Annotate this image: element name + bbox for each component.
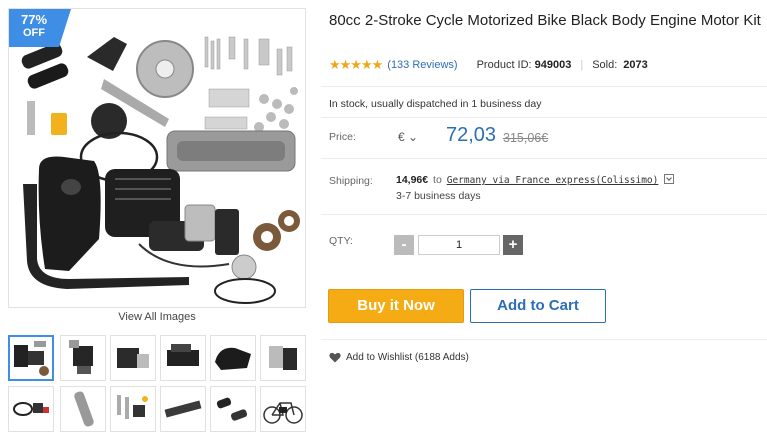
qty-decrease-button[interactable]: - bbox=[394, 235, 414, 255]
qty-label: QTY: bbox=[329, 235, 353, 247]
shipping-label: Shipping: bbox=[329, 175, 373, 187]
product-title: 80cc 2-Stroke Cycle Motorized Bike Black… bbox=[329, 12, 761, 29]
thumbnail-grips[interactable] bbox=[210, 386, 256, 432]
thumbnail-engine-side[interactable] bbox=[60, 335, 106, 381]
thumbnail-chain[interactable] bbox=[60, 386, 106, 432]
main-product-image[interactable]: 77% OFF bbox=[8, 8, 306, 308]
divider bbox=[321, 158, 767, 159]
thumbnail-engine-kit[interactable] bbox=[8, 335, 54, 381]
divider bbox=[321, 339, 767, 340]
divider bbox=[321, 86, 767, 87]
rating-row: ★★★★★ (133 Reviews) Product ID: 949003 |… bbox=[329, 57, 648, 73]
thumbnail-bicycle[interactable] bbox=[260, 386, 306, 432]
product-id-value: 949003 bbox=[534, 59, 572, 71]
buy-now-button[interactable]: Buy it Now bbox=[328, 289, 464, 323]
thumbnail-fuel-tank[interactable] bbox=[210, 335, 256, 381]
rating-stars-icon: ★★★★★ bbox=[329, 57, 383, 72]
discount-percent: 77% bbox=[20, 12, 48, 27]
original-price: 315,06€ bbox=[503, 131, 549, 145]
wishlist-label: Add to Wishlist (6188 Adds) bbox=[346, 352, 469, 363]
heart-icon bbox=[329, 352, 341, 363]
add-to-wishlist-link[interactable]: Add to Wishlist (6188 Adds) bbox=[329, 352, 469, 363]
price-label: Price: bbox=[329, 131, 356, 143]
thumbnail-engine-top[interactable] bbox=[160, 335, 206, 381]
currency-selector[interactable]: € ⌄ bbox=[398, 130, 418, 144]
thumbnail-parts[interactable] bbox=[110, 386, 156, 432]
thumbnail-exhaust[interactable] bbox=[160, 386, 206, 432]
product-id-label: Product ID: bbox=[476, 59, 532, 71]
view-all-images-link[interactable]: View All Images bbox=[8, 311, 306, 323]
shipping-info: 14,96€ to Germany via France express(Col… bbox=[396, 174, 675, 186]
discount-off-label: OFF bbox=[23, 27, 45, 39]
thumbnail-cables[interactable] bbox=[8, 386, 54, 432]
discount-badge: 77% OFF bbox=[9, 9, 71, 47]
thumbnail-carburetor[interactable] bbox=[260, 335, 306, 381]
shipping-price: 14,96€ bbox=[396, 174, 429, 186]
divider bbox=[321, 214, 767, 215]
qty-increase-button[interactable]: + bbox=[503, 235, 523, 255]
sold-label: Sold: bbox=[592, 59, 618, 71]
thumbnail-engine-block[interactable] bbox=[110, 335, 156, 381]
divider bbox=[321, 117, 767, 118]
sold-count: 2073 bbox=[623, 59, 648, 71]
qty-input[interactable] bbox=[418, 235, 500, 255]
add-to-cart-button[interactable]: Add to Cart bbox=[470, 289, 606, 323]
shipping-to-text: to bbox=[433, 174, 442, 186]
shipping-days: 3-7 business days bbox=[396, 190, 481, 202]
reviews-link[interactable]: (133 Reviews) bbox=[387, 59, 457, 71]
shipping-dropdown-icon[interactable] bbox=[664, 174, 675, 184]
current-price: 72,03 bbox=[446, 124, 497, 146]
stock-status: In stock, usually dispatched in 1 busine… bbox=[329, 98, 542, 110]
shipping-method-link[interactable]: Germany via France express(Colissimo) bbox=[447, 175, 659, 186]
divider: | bbox=[580, 59, 584, 71]
engine-kit-image bbox=[21, 36, 300, 304]
